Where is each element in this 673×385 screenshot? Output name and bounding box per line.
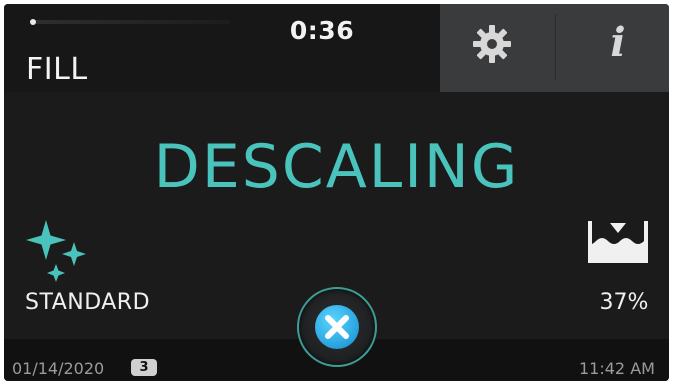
water-level-icon <box>588 221 648 263</box>
top-divider <box>555 14 556 80</box>
phase-label: FILL <box>26 52 88 87</box>
cancel-button-face <box>315 305 359 349</box>
notification-badge: 3 <box>131 359 157 376</box>
clock: 11:42 AM <box>579 359 655 378</box>
info-button[interactable]: i <box>596 18 640 68</box>
info-icon: i <box>610 19 626 66</box>
settings-button[interactable] <box>470 22 514 66</box>
status-title: DESCALING <box>153 132 520 202</box>
close-icon <box>325 315 349 339</box>
mode-label: STANDARD <box>25 290 151 315</box>
progress-bar <box>30 19 230 25</box>
cancel-button[interactable] <box>297 287 377 367</box>
timer: 0:36 <box>289 16 355 45</box>
water-level-percent: 37% <box>599 290 649 315</box>
date: 01/14/2020 <box>12 359 105 378</box>
progress-fill <box>30 19 36 25</box>
sparkle-icon <box>26 220 86 282</box>
gear-icon <box>473 25 511 63</box>
